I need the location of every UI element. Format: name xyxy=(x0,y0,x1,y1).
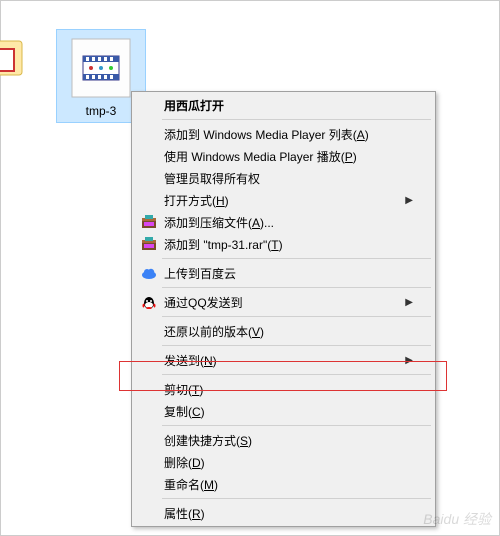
menu-copy[interactable]: 复制(C) xyxy=(134,400,433,422)
submenu-arrow-icon: ▶ xyxy=(405,355,413,366)
menu-label: 使用 Windows Media Player 播放(P) xyxy=(164,148,413,165)
winrar-icon xyxy=(140,235,158,253)
menu-label: 添加到 Windows Media Player 列表(A) xyxy=(164,126,413,143)
menu-label: 用西瓜打开 xyxy=(164,97,413,114)
menu-rename[interactable]: 重命名(M) xyxy=(134,473,433,495)
menu-add-to-archive[interactable]: 添加到压缩文件(A)... xyxy=(134,211,433,233)
menu-separator xyxy=(162,425,431,426)
menu-play-with-wmp[interactable]: 使用 Windows Media Player 播放(P) xyxy=(134,145,433,167)
menu-delete[interactable]: 删除(D) xyxy=(134,451,433,473)
menu-send-via-qq[interactable]: 通过QQ发送到 ▶ xyxy=(134,291,433,313)
menu-open-with-xigua[interactable]: 用西瓜打开 xyxy=(134,94,433,116)
menu-label: 上传到百度云 xyxy=(164,265,413,282)
baidu-cloud-icon xyxy=(140,264,158,282)
folder-icon xyxy=(0,31,31,79)
qq-icon xyxy=(140,293,158,311)
menu-upload-baidu[interactable]: 上传到百度云 xyxy=(134,262,433,284)
menu-open-with[interactable]: 打开方式(H) ▶ xyxy=(134,189,433,211)
menu-label: 创建快捷方式(S) xyxy=(164,432,413,449)
video-file-icon xyxy=(69,36,133,100)
context-menu: 用西瓜打开 添加到 Windows Media Player 列表(A) 使用 … xyxy=(131,91,436,527)
menu-create-shortcut[interactable]: 创建快捷方式(S) xyxy=(134,429,433,451)
menu-label: 发送到(N) xyxy=(164,352,405,369)
menu-restore-previous[interactable]: 还原以前的版本(V) xyxy=(134,320,433,342)
menu-label: 删除(D) xyxy=(164,454,413,471)
winrar-icon xyxy=(140,213,158,231)
menu-separator xyxy=(162,316,431,317)
watermark: Baidu 经验 xyxy=(423,509,491,529)
menu-label: 属性(R) xyxy=(164,505,413,522)
menu-label: 添加到 "tmp-31.rar"(T) xyxy=(164,236,413,253)
explorer-background[interactable]: 件夹 tmp-3 用西瓜打开 添加到 Windows Media Player … xyxy=(1,1,499,535)
menu-add-to-named-rar[interactable]: 添加到 "tmp-31.rar"(T) xyxy=(134,233,433,255)
menu-separator xyxy=(162,258,431,259)
folder-label: 件夹 xyxy=(0,79,31,96)
menu-separator xyxy=(162,498,431,499)
menu-label: 添加到压缩文件(A)... xyxy=(164,214,413,231)
menu-label: 剪切(T) xyxy=(164,381,413,398)
menu-separator xyxy=(162,287,431,288)
menu-label: 复制(C) xyxy=(164,403,413,420)
menu-add-to-wmp-list[interactable]: 添加到 Windows Media Player 列表(A) xyxy=(134,123,433,145)
menu-label: 还原以前的版本(V) xyxy=(164,323,413,340)
menu-separator xyxy=(162,374,431,375)
menu-separator xyxy=(162,119,431,120)
menu-label: 管理员取得所有权 xyxy=(164,170,413,187)
menu-separator xyxy=(162,345,431,346)
menu-label: 通过QQ发送到 xyxy=(164,294,405,311)
menu-admin-take-ownership[interactable]: 管理员取得所有权 xyxy=(134,167,433,189)
submenu-arrow-icon: ▶ xyxy=(405,297,413,308)
menu-label: 打开方式(H) xyxy=(164,192,405,209)
menu-properties[interactable]: 属性(R) xyxy=(134,502,433,524)
folder-item-partial[interactable]: 件夹 xyxy=(0,31,31,96)
submenu-arrow-icon: ▶ xyxy=(405,195,413,206)
menu-send-to[interactable]: 发送到(N) ▶ xyxy=(134,349,433,371)
menu-label: 重命名(M) xyxy=(164,476,413,493)
menu-cut[interactable]: 剪切(T) xyxy=(134,378,433,400)
